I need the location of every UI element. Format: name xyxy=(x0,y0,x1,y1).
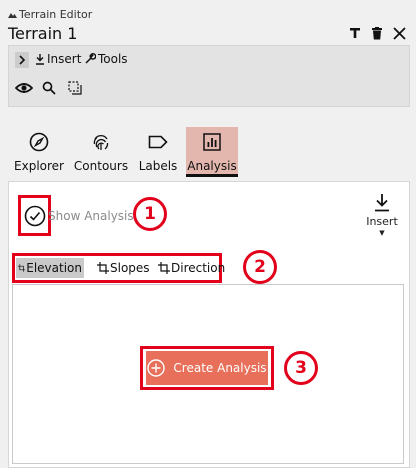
chart-icon xyxy=(201,131,223,153)
crop-icon xyxy=(158,262,170,274)
chevron-right-icon[interactable] xyxy=(15,52,29,68)
insert-button-label: Insert xyxy=(366,215,398,228)
fingerprint-icon xyxy=(90,131,112,153)
check-circle-icon[interactable] xyxy=(24,205,46,227)
toolbar-panel: Insert Tools xyxy=(8,45,410,107)
tag-icon xyxy=(147,131,169,153)
tools-menu-label: Tools xyxy=(98,52,128,66)
download-icon xyxy=(36,53,44,65)
subtab-slopes[interactable]: Slopes xyxy=(95,258,152,278)
download-icon xyxy=(373,193,391,213)
eye-icon[interactable] xyxy=(15,79,33,97)
tab-labels-label: Labels xyxy=(138,159,178,173)
app-name-label: Terrain Editor xyxy=(19,8,93,21)
pin-icon[interactable] xyxy=(348,26,362,40)
close-icon[interactable] xyxy=(392,26,406,40)
select-region-icon[interactable] xyxy=(66,79,84,97)
tab-analysis[interactable]: Analysis xyxy=(186,127,238,177)
tab-explorer-label: Explorer xyxy=(14,159,64,173)
search-icon[interactable] xyxy=(40,79,58,97)
callout-badge-1: 1 xyxy=(133,197,167,231)
subtab-direction-label: Direction xyxy=(171,261,226,275)
show-analysis-label[interactable]: Show Analysis xyxy=(48,209,134,223)
plus-circle-icon xyxy=(147,359,166,377)
create-analysis-button[interactable]: Create Analysis xyxy=(146,351,268,385)
insert-button[interactable]: Insert ▼ xyxy=(360,193,404,237)
terrain-editor-window: Terrain Editor Terrain 1 Insert Tools Ex… xyxy=(0,0,416,468)
crop-icon xyxy=(18,264,26,272)
insert-menu-label: Insert xyxy=(47,52,82,66)
compass-icon xyxy=(28,131,50,153)
callout-badge-2: 2 xyxy=(243,250,277,284)
trash-icon[interactable] xyxy=(370,26,384,40)
terrain-icon xyxy=(8,13,17,18)
subtab-elevation-label: Elevation xyxy=(26,261,82,275)
app-name: Terrain Editor xyxy=(8,8,92,21)
subtab-direction[interactable]: Direction xyxy=(156,258,227,278)
callout-badge-3: 3 xyxy=(284,351,318,385)
tab-contours[interactable]: Contours xyxy=(74,127,128,177)
tab-explorer[interactable]: Explorer xyxy=(14,127,64,177)
tools-menu-button[interactable]: Tools xyxy=(84,52,128,66)
create-analysis-label: Create Analysis xyxy=(173,361,267,375)
tab-labels[interactable]: Labels xyxy=(137,127,179,177)
wrench-icon xyxy=(85,53,96,64)
window-controls xyxy=(348,26,406,40)
subtab-elevation[interactable]: Elevation xyxy=(16,258,84,278)
insert-menu-button[interactable]: Insert xyxy=(35,52,81,66)
dropdown-caret-icon: ▼ xyxy=(379,229,385,237)
subtab-slopes-label: Slopes xyxy=(110,261,150,275)
crop-icon xyxy=(97,262,109,274)
tab-contours-label: Contours xyxy=(73,159,129,173)
tab-analysis-label: Analysis xyxy=(187,159,237,173)
document-title: Terrain 1 xyxy=(8,24,78,43)
